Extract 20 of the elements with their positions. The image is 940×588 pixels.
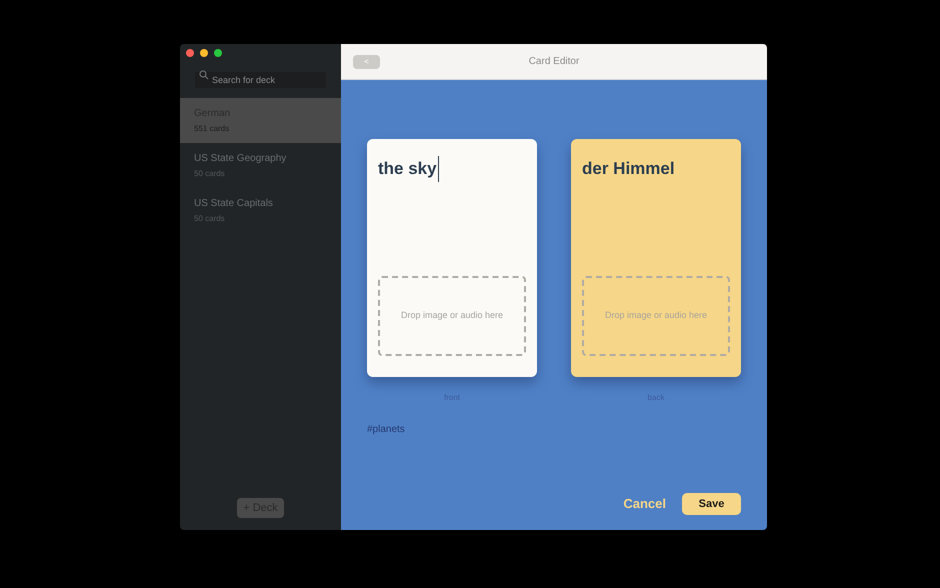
close-icon[interactable]: [186, 49, 194, 57]
flash-card[interactable]: the sky Drop image or audio here: [367, 139, 537, 377]
tags-text[interactable]: #planets: [367, 422, 741, 437]
window-title: Card Editor: [528, 55, 580, 69]
minimize-icon[interactable]: [200, 49, 208, 57]
save-button[interactable]: Save: [682, 493, 741, 515]
drop-zone-hint: Drop image or audio here: [400, 309, 504, 322]
deck-name: US State Capitals: [194, 197, 274, 211]
flash-card[interactable]: der Himmel Drop image or audio here: [571, 139, 741, 377]
drop-zone[interactable]: Drop image or audio here: [582, 276, 730, 356]
drop-zone[interactable]: Drop image or audio here: [378, 276, 526, 356]
search-field[interactable]: Search for deck: [195, 72, 326, 88]
search-icon: [199, 70, 209, 80]
card-text[interactable]: the sky: [378, 156, 439, 182]
deck-name: US State Geography: [194, 152, 288, 166]
back-button[interactable]: <: [353, 54, 380, 68]
card-text[interactable]: der Himmel: [582, 156, 676, 182]
drop-zone-hint: Drop image or audio here: [604, 309, 708, 322]
cancel-button[interactable]: Cancel: [623, 494, 666, 514]
maximize-icon[interactable]: [214, 49, 222, 57]
